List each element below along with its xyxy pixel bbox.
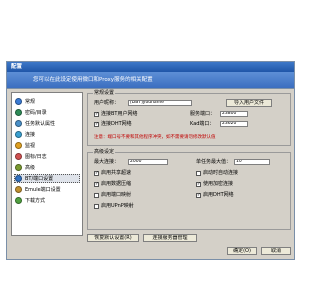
sidebar-item-label: 下载方式 xyxy=(25,197,46,204)
general-icon xyxy=(15,98,22,105)
checkbox-bt-network-label: 连接BT用户网络 xyxy=(101,111,138,117)
sidebar-item-label: 密码/目录 xyxy=(25,109,47,116)
advanced-checkbox[interactable]: 启动时自动连接 xyxy=(196,170,238,177)
advanced-checkbox[interactable]: 启用端口映射 xyxy=(94,192,131,199)
advanced-checkbox-box[interactable] xyxy=(94,193,99,198)
password-icon xyxy=(15,109,22,116)
emule-icon xyxy=(15,186,22,193)
user-input[interactable]: [DBT]youname xyxy=(128,100,192,106)
port-label: 服务端口： xyxy=(190,111,216,117)
sidebar-item[interactable]: Emule端口设置 xyxy=(15,185,61,194)
sidebar-item[interactable]: 密码/目录 xyxy=(15,108,47,117)
sidebar-item[interactable]: 下载方式 xyxy=(15,196,45,205)
advanced-checkbox-box[interactable] xyxy=(196,171,201,176)
banner-text: 您可以在此设定使用微口和Proxy服务的相关配置 xyxy=(33,77,153,83)
banner: 您可以在此设定使用微口和Proxy服务的相关配置 xyxy=(7,72,294,89)
advanced-checkbox-label: 启用端口映射 xyxy=(101,192,132,198)
connection-icon xyxy=(15,131,22,138)
sidebar-item-label: BT/端口设置 xyxy=(25,175,54,182)
sidebar-item[interactable]: 连接 xyxy=(15,130,35,139)
import-user-file-button[interactable]: 导入用户文件 xyxy=(226,99,272,107)
sidebar-item-label: 任务默认属性 xyxy=(25,120,56,127)
advanced-checkbox-label: 使用加密连接 xyxy=(203,181,234,187)
task-icon xyxy=(15,120,22,127)
sidebar: 常规密码/目录任务默认属性 连接监视图标/日志高级 BT/端口设置 Emule端口设置… xyxy=(11,92,83,236)
max-connections-input[interactable]: 2000 xyxy=(128,159,168,165)
advanced-checkbox[interactable]: ✓ 使用加密连接 xyxy=(196,181,233,188)
sidebar-item-label: 监视 xyxy=(25,142,36,149)
download-icon xyxy=(15,197,22,204)
sidebar-item-label: 图标/日志 xyxy=(25,153,47,160)
sidebar-item[interactable]: 图标/日志 xyxy=(15,152,47,161)
basic-settings-group: 常规设置 用户昵称： [DBT]youname 导入用户文件 ✓ 连接BT用户网… xyxy=(87,90,291,146)
port-note: 注意：端口号不要和其他程序冲突，如不需要请勿修改默认值 xyxy=(94,135,216,140)
config-window: 配置 您可以在此设定使用微口和Proxy服务的相关配置 常规密码/目录任务默认属… xyxy=(6,61,295,260)
sidebar-item-label: Emule端口设置 xyxy=(25,186,61,193)
window-title: 配置 xyxy=(11,64,23,70)
bt-icon xyxy=(15,175,22,182)
advanced-checkbox-label: 启用DHT网络 xyxy=(203,192,234,198)
advanced-checkbox-box[interactable]: ✓ xyxy=(196,193,201,198)
advanced-checkbox-label: 启用UPnP映射 xyxy=(101,203,134,209)
checkbox-dht-network[interactable]: ✓ 连接DHT网络 xyxy=(94,121,132,128)
sidebar-item[interactable]: 常规 xyxy=(15,97,35,106)
advanced-checkbox-box[interactable] xyxy=(94,204,99,209)
advanced-checkbox[interactable]: ✓ 启用数据压缩 xyxy=(94,181,131,188)
sidebar-item[interactable]: 高级 xyxy=(15,163,35,172)
advanced-checkbox[interactable]: ✓ 启用共享超速 xyxy=(94,170,131,177)
kad-port-input[interactable]: 23620 xyxy=(220,121,248,127)
restore-defaults-button[interactable]: 恢复默认设置(R) xyxy=(87,234,139,242)
advanced-checkbox-label: 启用共享超速 xyxy=(101,170,132,176)
log-icon xyxy=(15,153,22,160)
checkbox-bt-network-box[interactable]: ✓ xyxy=(94,112,99,117)
advanced-checkbox-box[interactable]: ✓ xyxy=(94,171,99,176)
max-single-task-input[interactable]: 10 xyxy=(234,159,270,165)
advanced-checkbox-label: 启用数据压缩 xyxy=(101,181,132,187)
max-connections-label: 最大连接： xyxy=(94,159,120,165)
user-label: 用户昵称： xyxy=(94,100,120,106)
basic-settings-title: 常规设置 xyxy=(93,90,116,97)
sidebar-item[interactable]: 监视 xyxy=(15,141,35,150)
sidebar-item-label: 高级 xyxy=(25,164,36,171)
sidebar-item[interactable]: 任务默认属性 xyxy=(15,119,55,128)
advanced-checkbox[interactable]: ✓ 启用DHT网络 xyxy=(196,192,234,199)
advanced-settings-title: 高级设定 xyxy=(93,149,116,156)
sidebar-item-label: 常规 xyxy=(25,98,36,105)
advanced-checkbox-box[interactable]: ✓ xyxy=(94,182,99,187)
sidebar-item[interactable]: BT/端口设置 xyxy=(14,174,80,183)
advanced-checkbox[interactable]: 启用UPnP映射 xyxy=(94,203,134,210)
checkbox-dht-network-label: 连接DHT网络 xyxy=(101,121,132,127)
cancel-button[interactable]: 取消 xyxy=(261,247,291,255)
advanced-checkbox-box[interactable]: ✓ xyxy=(196,182,201,187)
checkbox-dht-network-box[interactable]: ✓ xyxy=(94,122,99,127)
sidebar-item-label: 连接 xyxy=(25,131,36,138)
connect-server-button[interactable]: 连接服务器管理 xyxy=(143,234,197,242)
monitor-icon xyxy=(15,142,22,149)
title-bar: 配置 xyxy=(7,62,294,72)
kad-port-label: Kad端口： xyxy=(190,121,215,127)
max-single-task-label: 单任务最大值： xyxy=(196,159,232,165)
checkbox-bt-network[interactable]: ✓ 连接BT用户网络 xyxy=(94,111,138,118)
advanced-checkbox-label: 启动时自动连接 xyxy=(203,170,239,176)
port-input[interactable]: 23800 xyxy=(220,111,248,117)
advanced-icon xyxy=(15,164,22,171)
advanced-settings-group: 高级设定 最大连接： 2000 单任务最大值： 10 ✓ 启用共享超速 启动时自动连… xyxy=(87,149,291,230)
ok-button[interactable]: 确定(O) xyxy=(227,247,257,255)
